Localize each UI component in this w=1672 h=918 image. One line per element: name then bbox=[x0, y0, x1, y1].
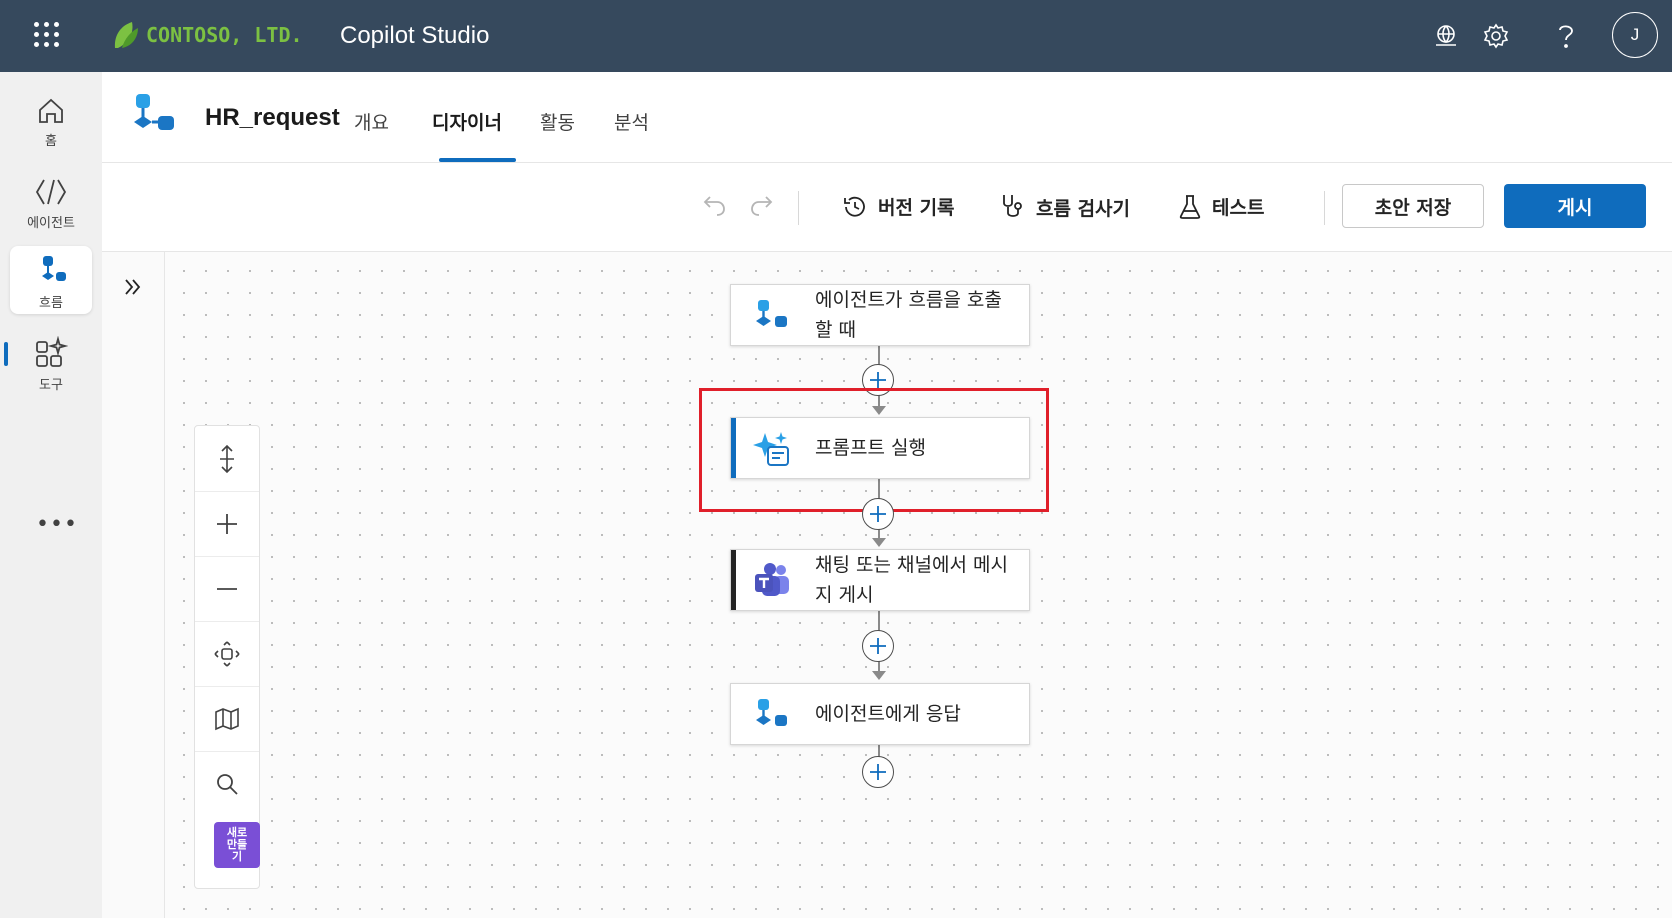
app-title: Copilot Studio bbox=[340, 22, 490, 49]
flow-node-trigger[interactable]: 에이전트가 흐름을 호출할 때 bbox=[730, 284, 1030, 346]
waffle-icon[interactable] bbox=[34, 22, 60, 48]
flow-icon bbox=[42, 256, 66, 281]
designer-toolbar: 버전 기록 흐름 검사기 테스트 초안 저장 게시 bbox=[102, 163, 1672, 252]
tools-icon bbox=[36, 336, 68, 367]
left-rail: 홈 에이전트 흐름 도구 ••• bbox=[0, 72, 103, 918]
highlight-box bbox=[699, 388, 1049, 512]
search-button[interactable] bbox=[195, 751, 259, 816]
add-step-button[interactable] bbox=[862, 498, 894, 530]
page-header: HR_request 개요 디자이너 활동 분석 bbox=[102, 72, 1672, 163]
company-logo: CONTOSO, LTD. bbox=[112, 18, 303, 52]
flow-respond-icon bbox=[756, 699, 787, 726]
rail-item-tools[interactable]: 도구 bbox=[10, 328, 92, 396]
leaf-logo-icon bbox=[114, 22, 138, 48]
expand-panel-icon[interactable] bbox=[118, 272, 148, 302]
publish-button[interactable]: 게시 bbox=[1504, 184, 1646, 228]
fit-view-icon bbox=[214, 640, 240, 667]
zoom-out-button[interactable] bbox=[195, 556, 259, 622]
rail-label: 흐름 bbox=[39, 296, 63, 311]
node-accent-bar bbox=[731, 550, 736, 610]
collapsed-side-panel bbox=[102, 252, 165, 918]
canvas-controls: 새로 만들 기 bbox=[194, 425, 260, 889]
map-icon bbox=[215, 707, 239, 730]
node-title: 에이전트가 흐름을 호출할 때 bbox=[815, 289, 1002, 341]
node-title: 채팅 또는 채널에서 메시지 게시 bbox=[815, 554, 1008, 606]
environment-icon[interactable] bbox=[1430, 20, 1462, 52]
connector-arrow bbox=[872, 671, 886, 680]
rail-label: 홈 bbox=[45, 134, 57, 149]
rail-item-home[interactable]: 홈 bbox=[10, 84, 92, 152]
minimap-button[interactable] bbox=[195, 686, 259, 752]
company-name: CONTOSO, LTD. bbox=[146, 23, 303, 47]
add-step-button[interactable] bbox=[862, 756, 894, 788]
node-title: 에이전트에게 응답 bbox=[815, 703, 961, 725]
connector-arrow bbox=[872, 538, 886, 547]
flow-logo-icon bbox=[134, 94, 174, 130]
flow-checker-label: 흐름 검사기 bbox=[1036, 197, 1131, 220]
flow-trigger-icon bbox=[756, 300, 787, 327]
redo-icon[interactable] bbox=[748, 193, 774, 219]
toolbar-divider bbox=[798, 191, 799, 225]
tab-overview[interactable]: 개요 bbox=[354, 108, 389, 135]
flow-node-respond[interactable]: 에이전트에게 응답 bbox=[730, 683, 1030, 745]
agent-icon bbox=[35, 179, 67, 205]
gear-icon[interactable] bbox=[1480, 20, 1512, 52]
tab-analytics[interactable]: 분석 bbox=[614, 108, 649, 135]
add-icon bbox=[870, 506, 886, 522]
active-tab-underline bbox=[439, 158, 516, 162]
toolbar-divider bbox=[1324, 191, 1325, 225]
save-draft-button[interactable]: 초안 저장 bbox=[1342, 184, 1484, 228]
add-step-button[interactable] bbox=[862, 630, 894, 662]
flow-checker-button[interactable]: 흐름 검사기 bbox=[1000, 193, 1130, 221]
rail-label: 도구 bbox=[39, 378, 63, 393]
flow-name: HR_request bbox=[205, 104, 340, 131]
add-icon bbox=[870, 764, 886, 780]
search-icon bbox=[217, 773, 238, 795]
rail-item-agents[interactable]: 에이전트 bbox=[10, 166, 92, 234]
teams-icon bbox=[755, 563, 789, 596]
test-label: 테스트 bbox=[1212, 197, 1265, 219]
rail-item-flows[interactable]: 흐름 bbox=[10, 246, 92, 314]
tab-activity[interactable]: 활동 bbox=[540, 108, 575, 135]
test-button[interactable]: 테스트 bbox=[1178, 193, 1264, 220]
history-icon bbox=[844, 196, 865, 217]
fit-view-button[interactable] bbox=[195, 621, 259, 687]
user-avatar[interactable]: J bbox=[1612, 12, 1658, 58]
vertical-expand-icon bbox=[220, 444, 234, 473]
undo-icon[interactable] bbox=[702, 193, 728, 219]
app-top-bar: CONTOSO, LTD. Copilot Studio J bbox=[0, 0, 1672, 72]
fit-vertical-button[interactable] bbox=[195, 426, 259, 492]
stethoscope-icon bbox=[1003, 195, 1022, 217]
zoom-in-button[interactable] bbox=[195, 491, 259, 557]
add-icon bbox=[870, 372, 886, 388]
home-icon bbox=[39, 98, 63, 123]
version-history-label: 버전 기록 bbox=[878, 197, 955, 219]
rail-label: 에이전트 bbox=[27, 216, 75, 231]
plus-icon bbox=[217, 513, 237, 534]
more-icon[interactable]: ••• bbox=[36, 512, 77, 537]
version-history-button[interactable]: 버전 기록 bbox=[842, 193, 955, 220]
active-indicator bbox=[4, 342, 8, 366]
new-badge[interactable]: 새로 만들 기 bbox=[214, 822, 260, 868]
flow-node-post-message[interactable]: 채팅 또는 채널에서 메시지 게시 bbox=[730, 549, 1030, 611]
add-icon bbox=[870, 638, 886, 654]
tab-designer[interactable]: 디자이너 bbox=[432, 108, 502, 135]
minus-icon bbox=[217, 587, 237, 590]
flask-icon bbox=[1179, 194, 1201, 219]
help-icon[interactable] bbox=[1550, 20, 1582, 52]
